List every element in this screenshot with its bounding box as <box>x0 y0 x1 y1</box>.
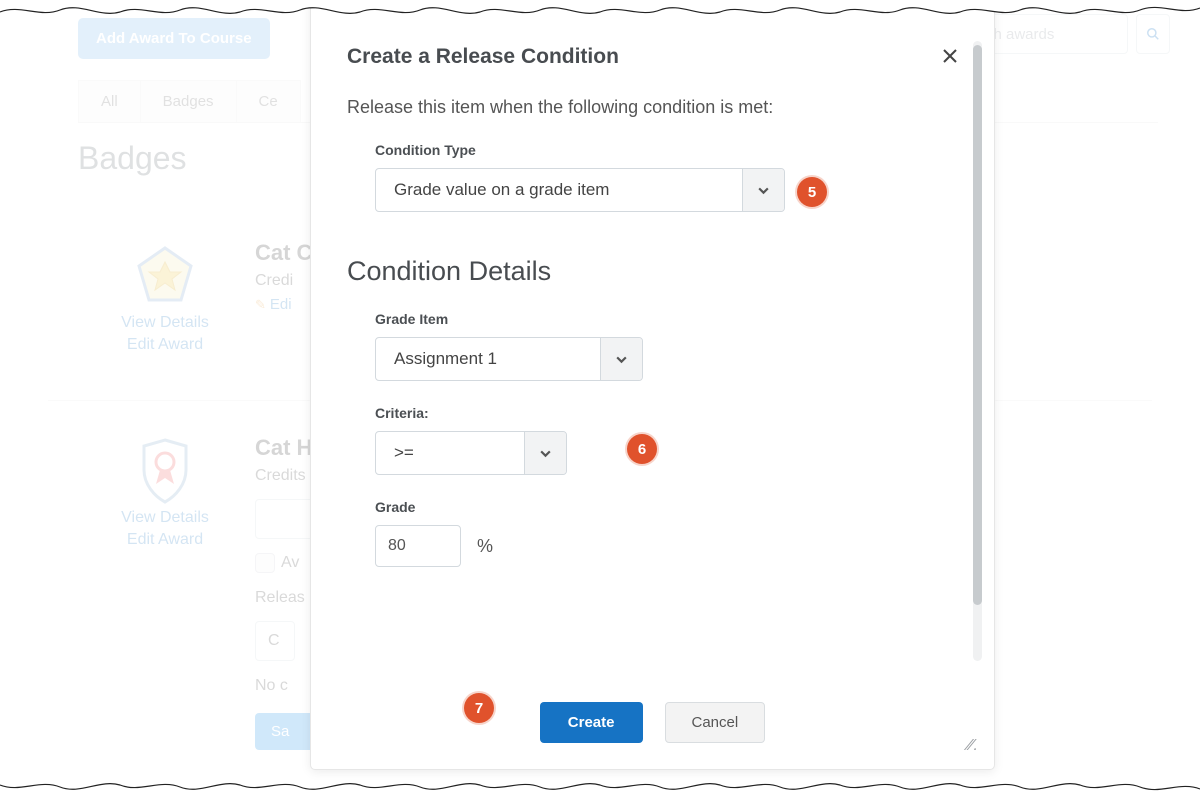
close-button[interactable] <box>942 47 958 70</box>
chevron-down-icon <box>742 169 784 211</box>
grade-item-label: Grade Item <box>375 311 958 327</box>
close-icon <box>942 48 958 64</box>
condition-details-heading: Condition Details <box>347 256 958 287</box>
scrollbar[interactable] <box>973 41 982 661</box>
grade-label: Grade <box>375 499 958 515</box>
callout-5: 5 <box>797 177 827 207</box>
cancel-button[interactable]: Cancel <box>665 702 766 743</box>
criteria-value: >= <box>376 432 524 474</box>
grade-item-select[interactable]: Assignment 1 <box>375 337 643 381</box>
callout-7: 7 <box>464 693 494 723</box>
create-button[interactable]: Create <box>540 702 643 743</box>
condition-type-select[interactable]: Grade value on a grade item <box>375 168 785 212</box>
criteria-label: Criteria: <box>375 405 958 421</box>
criteria-select[interactable]: >= <box>375 431 567 475</box>
grade-input[interactable] <box>375 525 461 567</box>
condition-type-label: Condition Type <box>375 142 958 158</box>
dialog-title: Create a Release Condition <box>347 45 958 69</box>
dialog-subtitle: Release this item when the following con… <box>347 97 958 118</box>
percent-symbol: % <box>477 536 493 557</box>
callout-6: 6 <box>627 434 657 464</box>
chevron-down-icon <box>600 338 642 380</box>
release-condition-dialog: Create a Release Condition Release this … <box>310 0 995 770</box>
resize-handle-icon[interactable]: ⁄⁄. <box>968 737 978 755</box>
chevron-down-icon <box>524 432 566 474</box>
condition-type-value: Grade value on a grade item <box>376 169 742 211</box>
grade-item-value: Assignment 1 <box>376 338 600 380</box>
